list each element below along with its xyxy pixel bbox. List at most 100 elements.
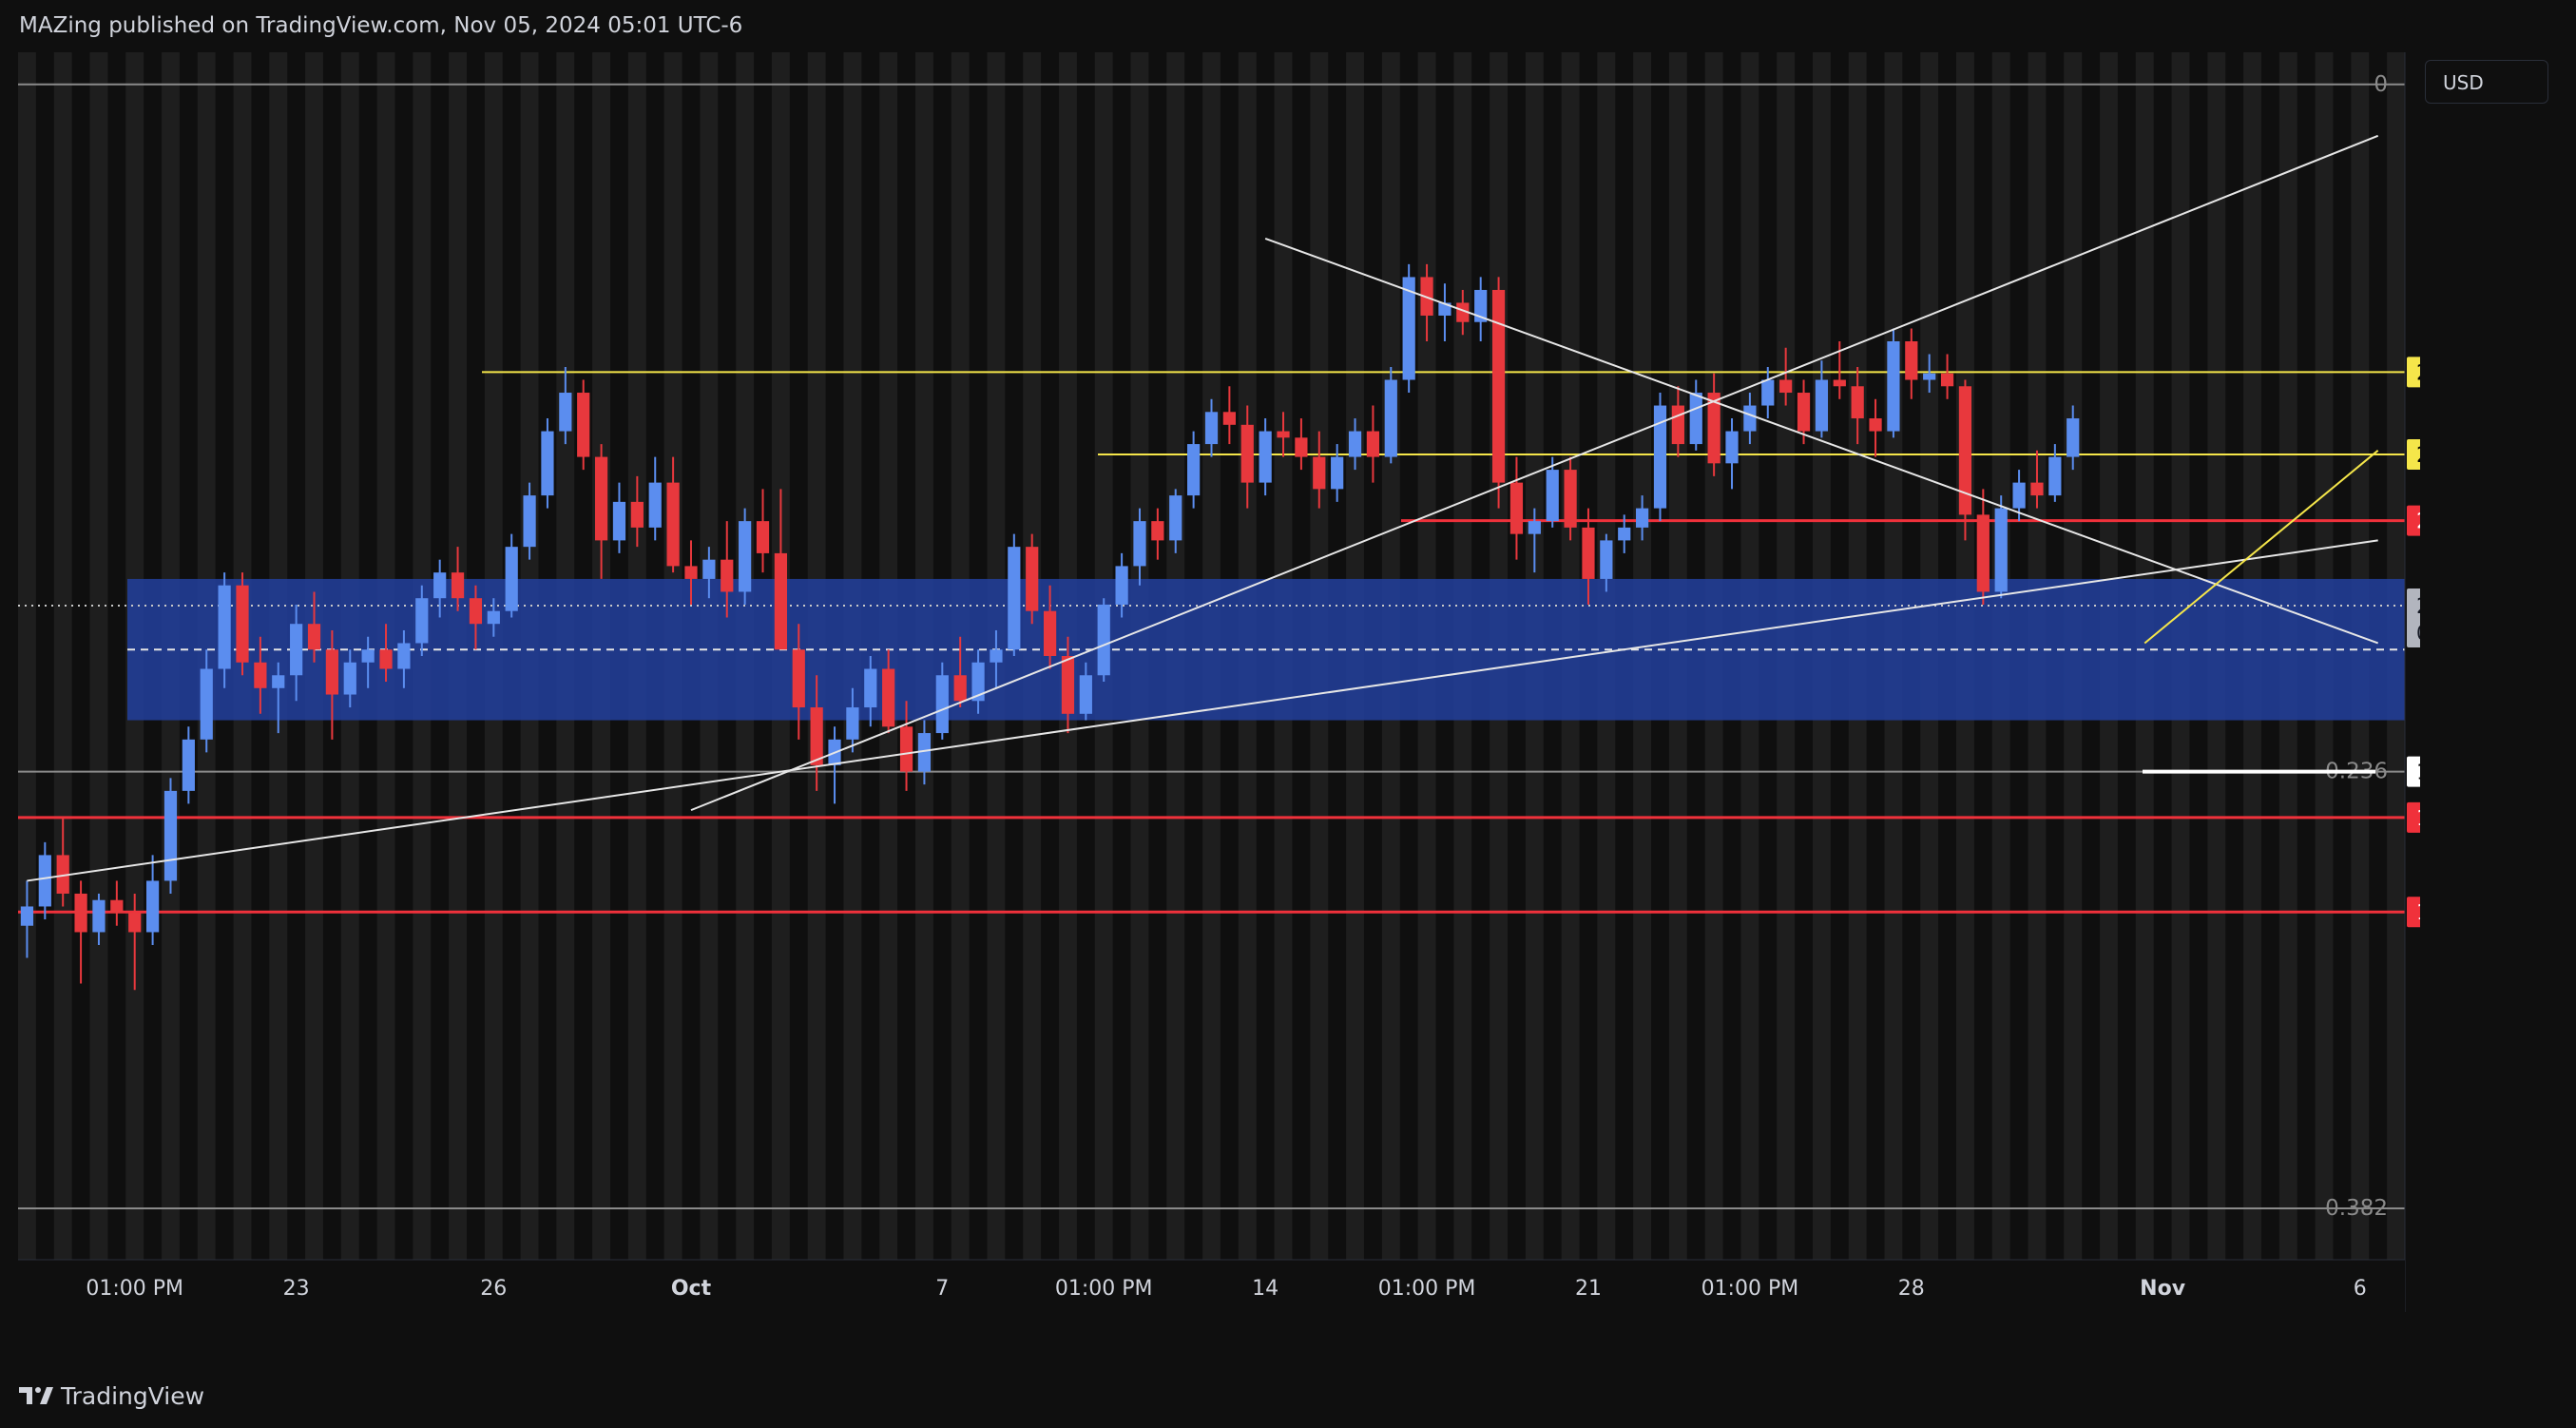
candle-body[interactable] bbox=[379, 649, 393, 669]
candle-body[interactable] bbox=[218, 585, 231, 669]
candle-body[interactable] bbox=[1187, 444, 1201, 496]
candle-body[interactable] bbox=[1026, 547, 1039, 611]
candle-body[interactable] bbox=[469, 598, 483, 625]
candle-body[interactable] bbox=[325, 649, 339, 695]
candle-body[interactable] bbox=[1169, 495, 1182, 541]
candle-body[interactable] bbox=[990, 649, 1003, 663]
candle-body[interactable] bbox=[163, 790, 178, 881]
candle-body[interactable] bbox=[739, 521, 752, 592]
candle-body[interactable] bbox=[38, 855, 51, 907]
candle-body[interactable] bbox=[1008, 547, 1021, 650]
candle-body[interactable] bbox=[612, 501, 626, 541]
candle-body[interactable] bbox=[182, 739, 195, 791]
candle-body[interactable] bbox=[684, 566, 698, 579]
currency-selector[interactable]: USD bbox=[2425, 60, 2548, 104]
candle-body[interactable] bbox=[74, 893, 87, 933]
candle-body[interactable] bbox=[846, 707, 859, 740]
candle-body[interactable] bbox=[1779, 379, 1793, 394]
candle-body[interactable] bbox=[1348, 431, 1362, 457]
candle-body[interactable] bbox=[721, 559, 734, 592]
candle-body[interactable] bbox=[128, 913, 142, 933]
candle-body[interactable] bbox=[702, 559, 716, 579]
candle-body[interactable] bbox=[1133, 521, 1146, 567]
candle-body[interactable] bbox=[20, 906, 34, 926]
candle-body[interactable] bbox=[307, 624, 321, 650]
candle-body[interactable] bbox=[1295, 437, 1308, 457]
candle-body[interactable] bbox=[200, 668, 213, 740]
candle-body[interactable] bbox=[1259, 431, 1272, 483]
candle-body[interactable] bbox=[110, 899, 124, 914]
candle-body[interactable] bbox=[92, 899, 106, 933]
candle-body[interactable] bbox=[1618, 527, 1631, 541]
candle-body[interactable] bbox=[1600, 540, 1613, 579]
candle-body[interactable] bbox=[1833, 379, 1846, 387]
candle-body[interactable] bbox=[343, 662, 356, 695]
candle-body[interactable] bbox=[1331, 456, 1344, 490]
candle-body[interactable] bbox=[145, 880, 160, 933]
candle-body[interactable] bbox=[1636, 508, 1649, 528]
candle-body[interactable] bbox=[1976, 514, 1990, 592]
candle-body[interactable] bbox=[1905, 340, 1918, 380]
candle-body[interactable] bbox=[792, 649, 805, 708]
candle-body[interactable] bbox=[899, 726, 913, 772]
candle-body[interactable] bbox=[1546, 470, 1559, 522]
candle-body[interactable] bbox=[2012, 482, 2026, 509]
candle-body[interactable] bbox=[1887, 340, 1900, 432]
candle-body[interactable] bbox=[756, 521, 770, 553]
candle-body[interactable] bbox=[594, 456, 608, 541]
time-axis[interactable] bbox=[18, 1260, 2405, 1312]
candle-body[interactable] bbox=[1725, 431, 1739, 464]
candle-body[interactable] bbox=[1313, 456, 1326, 490]
candle-body[interactable] bbox=[505, 547, 518, 611]
candle-body[interactable] bbox=[1204, 412, 1219, 445]
candle-body[interactable] bbox=[935, 675, 949, 734]
candle-body[interactable] bbox=[397, 643, 411, 669]
candle-body[interactable] bbox=[1994, 508, 2008, 592]
candle-body[interactable] bbox=[272, 675, 285, 688]
candle-body[interactable] bbox=[1797, 393, 1811, 432]
candle-body[interactable] bbox=[1151, 521, 1164, 541]
candle-body[interactable] bbox=[1869, 418, 1882, 432]
candle-body[interactable] bbox=[1277, 431, 1290, 438]
candle-body[interactable] bbox=[415, 598, 429, 644]
candle-body[interactable] bbox=[1564, 470, 1577, 528]
candle-body[interactable] bbox=[810, 707, 823, 765]
candle-body[interactable] bbox=[487, 610, 500, 625]
candle-body[interactable] bbox=[666, 482, 680, 567]
candle-body[interactable] bbox=[1923, 373, 1936, 380]
candle-body[interactable] bbox=[1366, 431, 1380, 457]
chart-area[interactable]: 00.2360.38219,200.0019,300.0019,400.0019… bbox=[18, 52, 2420, 1312]
candle-body[interactable] bbox=[1115, 566, 1128, 605]
candle-body[interactable] bbox=[361, 649, 375, 663]
candle-body[interactable] bbox=[2048, 456, 2062, 496]
candle-body[interactable] bbox=[1509, 482, 1524, 534]
candle-body[interactable] bbox=[1743, 405, 1757, 432]
candle-body[interactable] bbox=[648, 482, 662, 528]
candle-body[interactable] bbox=[1384, 379, 1397, 457]
candle-body[interactable] bbox=[2067, 418, 2080, 457]
candle-body[interactable] bbox=[559, 393, 572, 432]
candle-body[interactable] bbox=[523, 495, 536, 548]
candle-body[interactable] bbox=[254, 662, 267, 688]
price-axis[interactable] bbox=[2405, 52, 2420, 1312]
candle-body[interactable] bbox=[236, 585, 249, 663]
candle-body[interactable] bbox=[451, 572, 465, 599]
candle-body[interactable] bbox=[1079, 675, 1092, 714]
candle-body[interactable] bbox=[1222, 412, 1236, 425]
candle-body[interactable] bbox=[1940, 373, 1954, 387]
candle-body[interactable] bbox=[577, 393, 590, 457]
candle-body[interactable] bbox=[1043, 610, 1057, 656]
candle-body[interactable] bbox=[630, 501, 644, 528]
candle-body[interactable] bbox=[774, 552, 787, 650]
candle-body[interactable] bbox=[1815, 379, 1829, 432]
candle-body[interactable] bbox=[1671, 405, 1684, 445]
candle-body[interactable] bbox=[290, 624, 303, 676]
candle-body[interactable] bbox=[953, 675, 967, 702]
candle-body[interactable] bbox=[1761, 379, 1775, 406]
candle-body[interactable] bbox=[1097, 604, 1110, 676]
candle-body[interactable] bbox=[1851, 386, 1864, 419]
candle-body[interactable] bbox=[1491, 289, 1506, 483]
candle-body[interactable] bbox=[864, 668, 877, 708]
candle-body[interactable] bbox=[1240, 424, 1254, 483]
candle-body[interactable] bbox=[1061, 656, 1075, 714]
